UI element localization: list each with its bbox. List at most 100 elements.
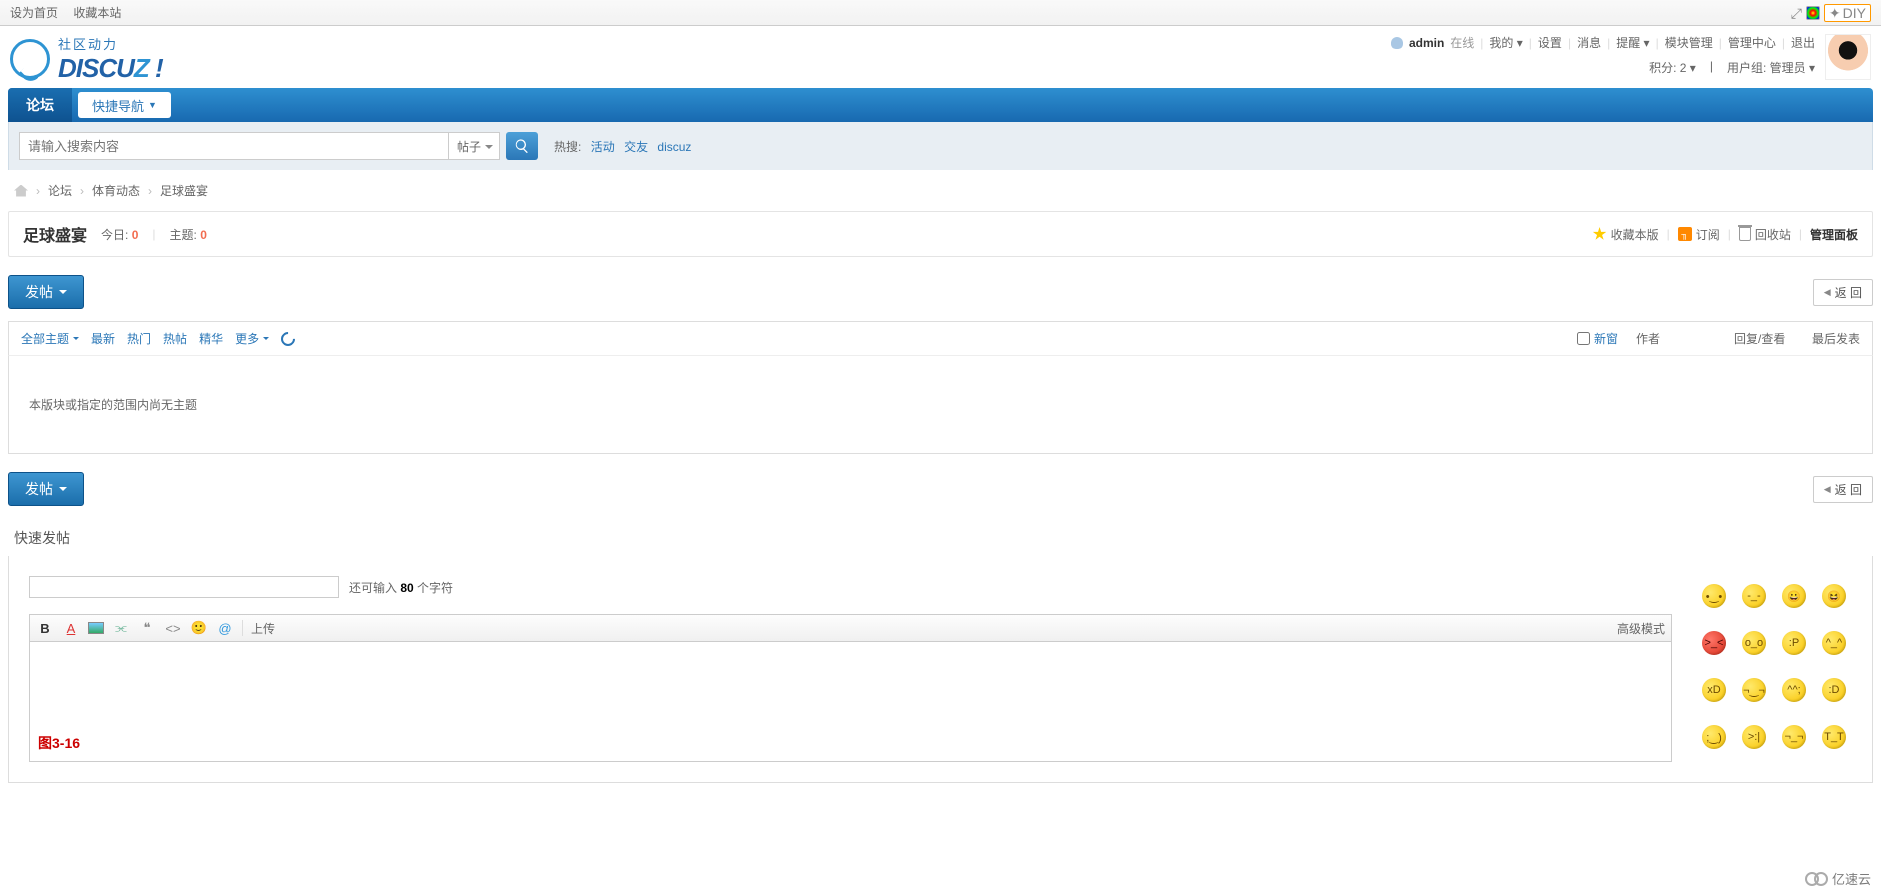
emoji-cry[interactable]: T_T: [1822, 725, 1846, 749]
topics-count: 0: [200, 228, 207, 242]
col-reply: 回复/查看: [1734, 330, 1794, 347]
favorite-site-link[interactable]: 收藏本站: [73, 6, 121, 20]
forum-header: 足球盛宴 今日: 0 | 主题: 0 收藏本版 | ╖订阅 | 回收站 | 管理…: [8, 211, 1873, 257]
hot-link-3[interactable]: discuz: [657, 140, 691, 154]
username[interactable]: admin: [1409, 36, 1444, 50]
back-button-top[interactable]: 返 回: [1813, 279, 1873, 306]
hot-label: 热搜:: [554, 140, 581, 154]
hot-link-2[interactable]: 交友: [624, 140, 648, 154]
my-menu[interactable]: 我的 ▾: [1489, 34, 1522, 51]
favorite-board[interactable]: 收藏本版: [1593, 226, 1659, 243]
new-post-button[interactable]: 发帖: [8, 275, 84, 309]
expand-icon[interactable]: ⤢: [1791, 0, 1802, 26]
remind-link[interactable]: 提醒 ▾: [1616, 34, 1649, 51]
search-button[interactable]: [506, 132, 538, 160]
emoji-teeth[interactable]: :D: [1822, 678, 1846, 702]
post-title-input[interactable]: [29, 576, 339, 598]
empty-message: 本版块或指定的范围内尚无主题: [8, 355, 1873, 454]
emoji-lol[interactable]: xD: [1702, 678, 1726, 702]
editor-textarea[interactable]: 图3-16: [29, 642, 1672, 762]
newwindow-toggle[interactable]: 新窗: [1577, 330, 1618, 347]
board-title: 足球盛宴: [23, 222, 87, 246]
crumb-board[interactable]: 足球盛宴: [160, 182, 208, 199]
emoji-sly[interactable]: ¬‿¬: [1742, 678, 1766, 702]
smiley-icon[interactable]: 🙂: [190, 619, 208, 637]
newwindow-checkbox[interactable]: [1577, 332, 1590, 345]
module-mgmt-link[interactable]: 模块管理: [1665, 34, 1713, 51]
filter-all[interactable]: 全部主题: [21, 330, 79, 347]
color-picker-icon[interactable]: [1806, 6, 1820, 20]
figure-label: 图3-16: [38, 733, 80, 753]
breadcrumb: › 论坛 › 体育动态 › 足球盛宴: [0, 170, 1881, 211]
logo-en: DISCUZ !: [58, 53, 163, 84]
filter-more[interactable]: 更多: [235, 330, 269, 347]
points[interactable]: 积分: 2 ▾: [1649, 59, 1696, 76]
code-icon[interactable]: <>: [164, 619, 182, 637]
crumb-category[interactable]: 体育动态: [92, 182, 140, 199]
admin-panel[interactable]: 管理面板: [1810, 226, 1858, 243]
emoji-tongue[interactable]: :P: [1782, 631, 1806, 655]
diy-button[interactable]: ✦DIY: [1824, 4, 1871, 22]
crumb-forum[interactable]: 论坛: [48, 182, 72, 199]
at-icon[interactable]: @: [216, 619, 234, 637]
hot-link-1[interactable]: 活动: [591, 140, 615, 154]
user-icon: [1391, 37, 1403, 49]
search-icon: [514, 138, 530, 154]
trash-icon: [1739, 227, 1751, 241]
bold-icon[interactable]: B: [36, 619, 54, 637]
emoji-sweat[interactable]: ^^;: [1782, 678, 1806, 702]
emoji-shy[interactable]: ^_^: [1822, 631, 1846, 655]
upload-button[interactable]: 上传: [251, 620, 275, 637]
messages-link[interactable]: 消息: [1577, 34, 1601, 51]
emoji-wink[interactable]: ;‿): [1702, 725, 1726, 749]
col-author: 作者: [1636, 330, 1716, 347]
emoji-smile[interactable]: •‿•: [1702, 584, 1726, 608]
search-type-select[interactable]: 帖子: [449, 132, 500, 160]
set-home-link[interactable]: 设为首页: [10, 6, 58, 20]
home-icon[interactable]: [14, 185, 28, 197]
emoji-panel: •‿• -_- 😀 😆 >_< o_o :P ^_^ xD ¬‿¬ ^^; :D…: [1702, 576, 1852, 762]
emoji-laugh[interactable]: 😆: [1822, 584, 1846, 608]
font-color-icon[interactable]: A: [62, 619, 80, 637]
nav-forum[interactable]: 论坛: [8, 88, 72, 122]
usergroup[interactable]: 用户组: 管理员 ▾: [1727, 59, 1815, 76]
today-label: 今日:: [101, 228, 128, 242]
settings-link[interactable]: 设置: [1538, 34, 1562, 51]
link-icon[interactable]: ⫘: [112, 619, 130, 637]
new-post-button-bottom[interactable]: 发帖: [8, 472, 84, 506]
emoji-angry[interactable]: >_<: [1702, 631, 1726, 655]
subscribe[interactable]: ╖订阅: [1678, 226, 1720, 243]
back-button-bottom[interactable]: 返 回: [1813, 476, 1873, 503]
logo[interactable]: 社区动力 DISCUZ !: [10, 34, 163, 84]
filter-hotpost[interactable]: 热帖: [163, 330, 187, 347]
search-bar: 帖子 热搜: 活动 交友 discuz: [8, 122, 1873, 170]
logout-link[interactable]: 退出: [1791, 34, 1815, 51]
refresh-icon[interactable]: [278, 329, 298, 349]
char-remaining: 还可输入 80 个字符: [349, 579, 453, 596]
logo-cn: 社区动力: [58, 34, 163, 53]
image-icon[interactable]: [88, 622, 104, 634]
emoji-look[interactable]: ¬_¬: [1782, 725, 1806, 749]
search-input[interactable]: [19, 132, 449, 160]
quick-nav-button[interactable]: 快捷导航▼: [78, 92, 171, 118]
filter-essence[interactable]: 精华: [199, 330, 223, 347]
user-area: admin 在线| 我的 ▾| 设置| 消息| 提醒 ▾| 模块管理| 管理中心…: [1391, 34, 1815, 76]
star-icon: [1593, 227, 1607, 241]
recycle-bin[interactable]: 回收站: [1739, 226, 1791, 243]
emoji-grin[interactable]: 😀: [1782, 584, 1806, 608]
quick-post: 快速发帖 还可输入 80 个字符 B A ⫘ ❝ <> 🙂 @ 上传 高级模式 …: [8, 520, 1873, 783]
emoji-shock[interactable]: o_o: [1742, 631, 1766, 655]
main-nav: 论坛 快捷导航▼: [8, 88, 1873, 122]
online-status: 在线: [1450, 34, 1474, 51]
separator: [242, 620, 243, 636]
admin-center-link[interactable]: 管理中心: [1728, 34, 1776, 51]
emoji-pout[interactable]: -_-: [1742, 584, 1766, 608]
filter-hot[interactable]: 热门: [127, 330, 151, 347]
watermark: 亿速云: [1805, 869, 1871, 888]
advanced-mode[interactable]: 高级模式: [1617, 620, 1665, 637]
filter-new[interactable]: 最新: [91, 330, 115, 347]
avatar[interactable]: [1825, 34, 1871, 80]
quick-post-title: 快速发帖: [8, 520, 1873, 556]
emoji-mad[interactable]: >:|: [1742, 725, 1766, 749]
quote-icon[interactable]: ❝: [138, 619, 156, 637]
